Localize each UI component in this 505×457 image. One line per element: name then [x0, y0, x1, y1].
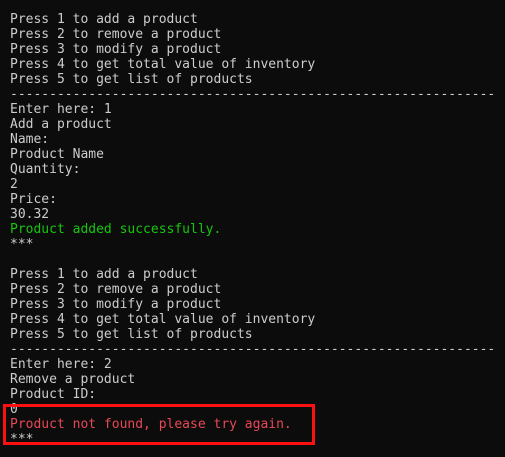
- product-id-value: 0: [10, 402, 18, 417]
- price-label: Price:: [10, 192, 57, 207]
- error-message: Product not found, please try again.: [10, 417, 292, 432]
- price-value: 30.32: [10, 207, 50, 222]
- menu-line-3: Press 3 to modify a product: [10, 42, 222, 57]
- menu-line-5: Press 5 to get list of products: [10, 327, 253, 342]
- action-title: Add a product: [10, 117, 112, 132]
- name-value: Product Name: [10, 147, 104, 162]
- separator: ***: [10, 237, 34, 252]
- menu-line-2: Press 2 to remove a product: [10, 27, 222, 42]
- terminal-window[interactable]: Press 1 to add a product Press 2 to remo…: [0, 0, 505, 457]
- menu-line-1: Press 1 to add a product: [10, 267, 198, 282]
- success-message: Product added successfully.: [10, 222, 222, 237]
- menu-line-4: Press 4 to get total value of inventory: [10, 312, 316, 327]
- product-id-label: Product ID:: [10, 387, 97, 402]
- menu-line-1: Press 1 to add a product: [10, 12, 198, 27]
- menu-line-3: Press 3 to modify a product: [10, 297, 222, 312]
- separator: ***: [10, 432, 34, 447]
- menu-line-4: Press 4 to get total value of inventory: [10, 57, 316, 72]
- quantity-label: Quantity:: [10, 162, 81, 177]
- input-prompt: Enter here: 2: [10, 357, 112, 372]
- name-label: Name:: [10, 132, 50, 147]
- action-title: Remove a product: [10, 372, 136, 387]
- divider-line: ----------------------------------------…: [10, 87, 496, 102]
- input-prompt: Enter here: 1: [10, 102, 112, 117]
- menu-line-2: Press 2 to remove a product: [10, 282, 222, 297]
- quantity-value: 2: [10, 177, 18, 192]
- menu-line-5: Press 5 to get list of products: [10, 72, 253, 87]
- divider-line: ----------------------------------------…: [10, 342, 496, 357]
